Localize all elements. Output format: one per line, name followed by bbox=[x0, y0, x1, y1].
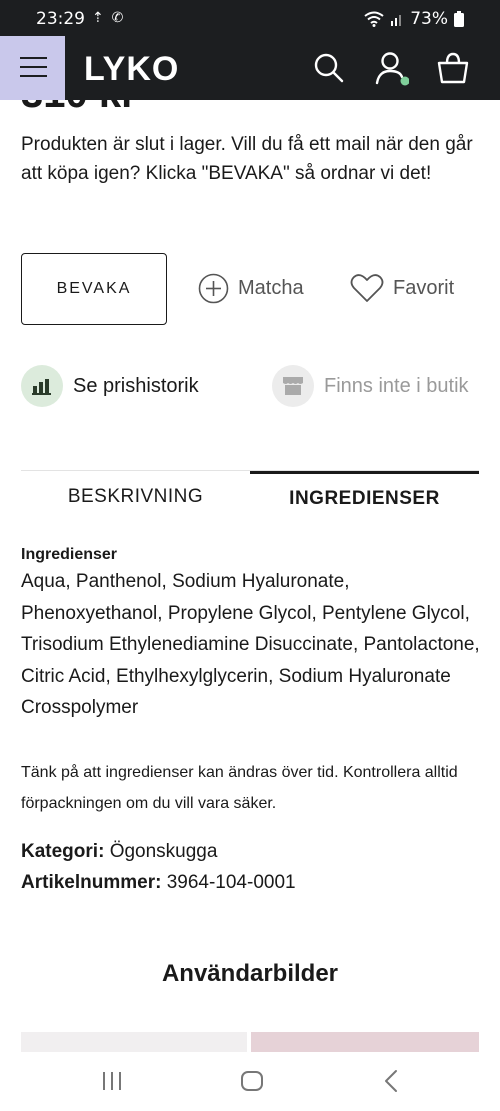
search-icon[interactable] bbox=[311, 50, 347, 86]
battery-icon bbox=[454, 11, 464, 27]
category-value: Ögonskugga bbox=[109, 841, 218, 862]
battery-level: 73% bbox=[410, 9, 448, 29]
user-picture-thumbnail[interactable] bbox=[251, 1032, 479, 1052]
matcha-label: Matcha bbox=[238, 277, 304, 299]
category-label: Kategori: bbox=[21, 841, 105, 862]
matcha-button[interactable]: Matcha bbox=[198, 273, 304, 304]
lyko-logo[interactable]: LYKO bbox=[84, 50, 179, 89]
price-history-label: Se prishistorik bbox=[73, 374, 199, 397]
article-value: 3964-104-0001 bbox=[166, 872, 296, 893]
hamburger-line bbox=[20, 75, 47, 77]
tab-ingredienser[interactable]: INGREDIENSER bbox=[250, 471, 479, 523]
status-icons: 73% bbox=[364, 9, 464, 29]
article-label: Artikelnummer: bbox=[21, 872, 162, 893]
back-icon[interactable] bbox=[377, 1066, 407, 1096]
hamburger-line bbox=[20, 66, 47, 68]
store-availability: Finns inte i butik bbox=[272, 365, 469, 407]
product-tabs: BESKRIVNING INGREDIENSER bbox=[21, 470, 479, 522]
category-row: Kategori: Ögonskugga bbox=[21, 841, 217, 863]
status-bar: 23:29 ⇡ ✆ 73% bbox=[0, 0, 500, 36]
wifi-icon bbox=[364, 11, 384, 27]
site-header: LYKO bbox=[0, 36, 500, 100]
notification-icons: ⇡ ✆ bbox=[92, 9, 126, 25]
ingredients-list: Aqua, Panthenol, Sodium Hyaluronate, Phe… bbox=[21, 571, 480, 718]
out-of-stock-message: Produkten är slut i lager. Vill du få et… bbox=[21, 134, 473, 184]
tab-beskrivning[interactable]: BESKRIVNING bbox=[21, 471, 250, 523]
system-nav-bar bbox=[0, 1052, 500, 1111]
hamburger-line bbox=[20, 57, 47, 59]
menu-button[interactable] bbox=[0, 36, 65, 100]
bevaka-button[interactable]: BEVAKA bbox=[21, 253, 167, 325]
favorit-label: Favorit bbox=[393, 276, 455, 299]
user-icon[interactable] bbox=[373, 50, 409, 86]
user-picture-thumbnail[interactable] bbox=[21, 1032, 247, 1052]
recent-apps-icon[interactable] bbox=[97, 1066, 127, 1096]
store-icon-circle bbox=[272, 365, 314, 407]
bar-chart-icon bbox=[32, 379, 51, 395]
signal-icon bbox=[391, 15, 402, 26]
plus-circle-icon bbox=[198, 273, 229, 304]
heart-icon bbox=[350, 274, 384, 302]
ingredients-heading: Ingredienser bbox=[21, 546, 118, 563]
article-number-row: Artikelnummer: 3964-104-0001 bbox=[21, 872, 296, 894]
clock: 23:29 bbox=[36, 9, 85, 29]
price-history-link[interactable]: Se prishistorik bbox=[21, 365, 199, 407]
ingredients-note: Tänk på att ingredienser kan ändras över… bbox=[21, 764, 458, 812]
home-icon[interactable] bbox=[237, 1066, 267, 1096]
store-icon bbox=[283, 377, 303, 395]
favorit-button[interactable]: Favorit bbox=[350, 273, 454, 303]
store-label: Finns inte i butik bbox=[324, 374, 469, 397]
shopping-bag-icon[interactable] bbox=[435, 50, 471, 86]
chart-icon-circle bbox=[21, 365, 63, 407]
user-pictures-heading: Användarbilder bbox=[161, 960, 339, 987]
